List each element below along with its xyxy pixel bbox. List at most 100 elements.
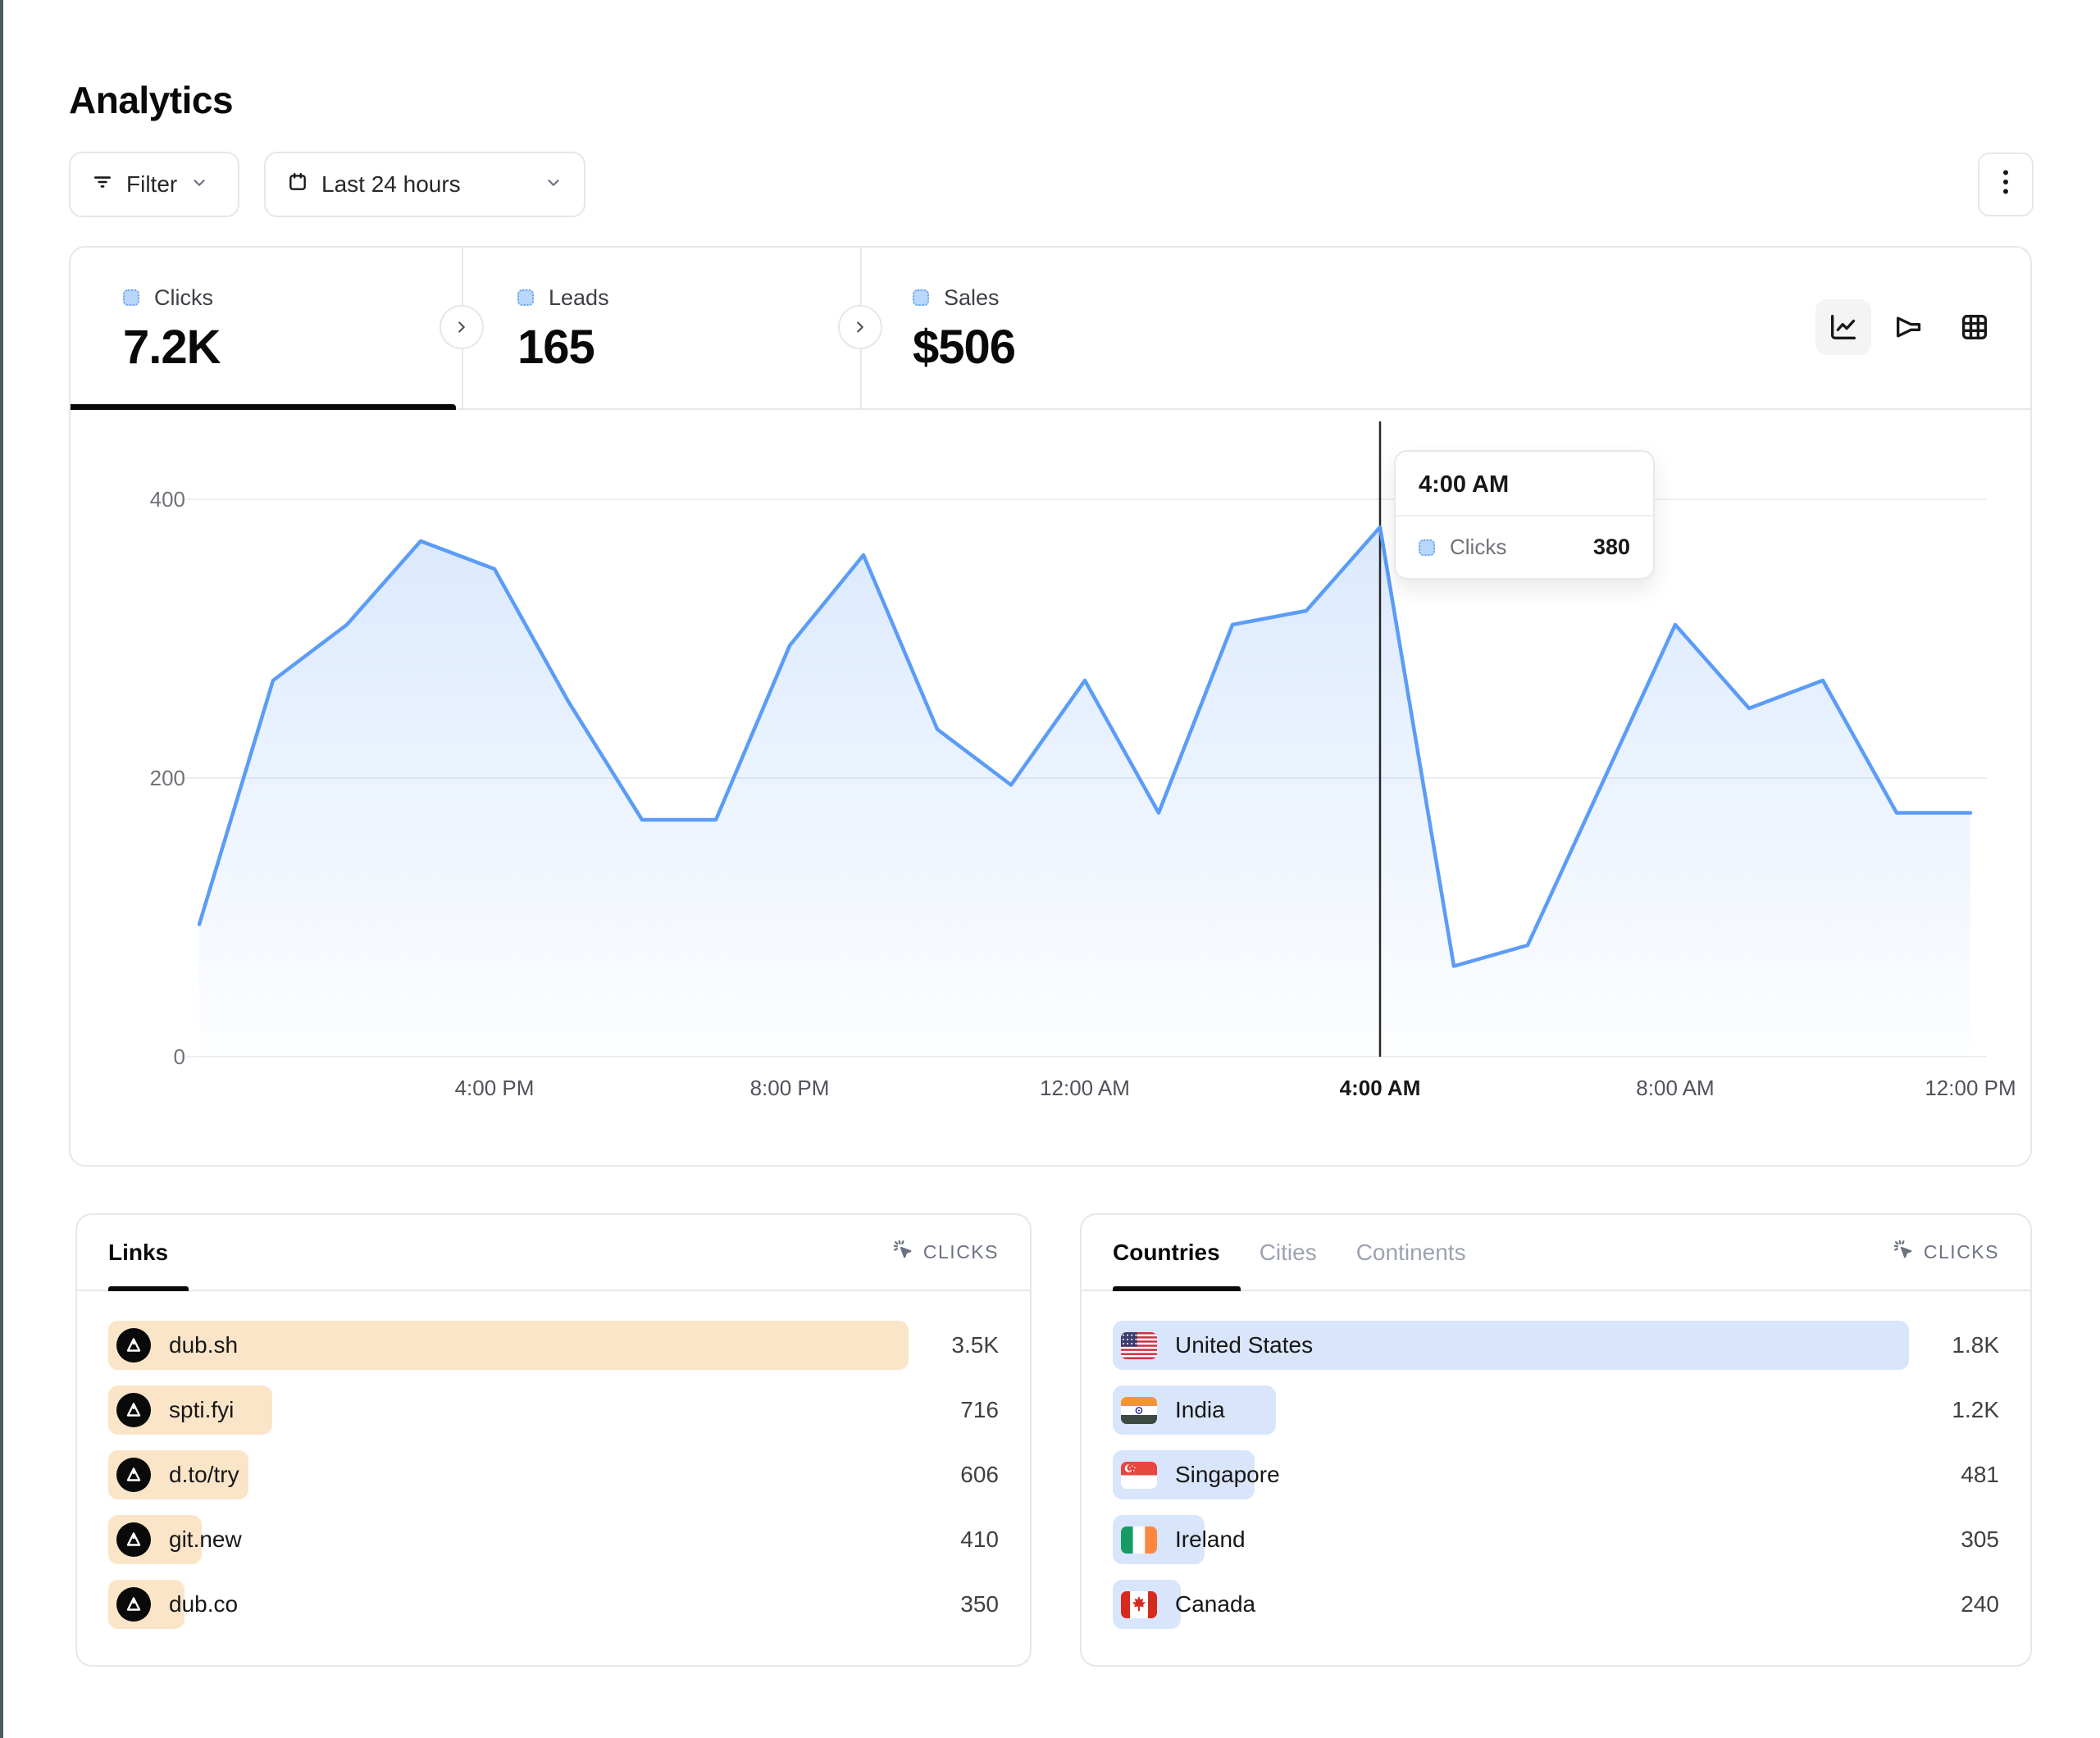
filter-icon: [92, 171, 113, 198]
dub-logo-avatar-icon: [116, 1522, 151, 1557]
stat-value: 7.2K: [123, 324, 462, 371]
y-axis-tick: 200: [150, 766, 185, 790]
funnel-chart-view-button[interactable]: [1881, 299, 1937, 355]
x-axis-tick: 8:00 PM: [750, 1076, 830, 1100]
cursor-click-icon: [1893, 1239, 1916, 1267]
country-row-India[interactable]: India 1.2K: [1113, 1385, 1999, 1435]
table-view-button[interactable]: [1947, 299, 2002, 355]
row-value: 716: [960, 1397, 999, 1423]
row-value: 305: [1961, 1526, 1999, 1553]
y-axis-tick: 0: [174, 1044, 185, 1069]
metric-label: CLICKS: [923, 1241, 999, 1263]
stat-label: Sales: [944, 285, 1000, 311]
kebab-menu-icon: [1995, 170, 2016, 200]
row-label: Singapore: [1175, 1462, 1280, 1488]
chart-type-switcher: [1815, 299, 2002, 355]
page-edge-accent: [0, 0, 3, 1738]
row-label: Ireland: [1175, 1526, 1246, 1553]
country-row-United States[interactable]: United States 1.8K: [1113, 1321, 1999, 1370]
expand-leads-chevron-button[interactable]: [838, 305, 882, 349]
page-title: Analytics: [69, 78, 233, 122]
date-range-button[interactable]: Last 24 hours: [264, 152, 585, 217]
sales-legend-chip-icon: [913, 289, 929, 306]
y-axis-tick: 400: [150, 487, 185, 512]
cursor-click-icon: [892, 1239, 915, 1267]
x-axis-tick: 8:00 AM: [1636, 1076, 1714, 1100]
row-value: 410: [960, 1526, 999, 1553]
leads-legend-chip-icon: [517, 289, 534, 306]
row-value: 1.8K: [1952, 1332, 1999, 1358]
stat-value: $506: [913, 324, 1287, 371]
flag-in-icon: [1121, 1397, 1157, 1424]
x-axis-tick: 4:00 PM: [455, 1076, 535, 1100]
row-value: 1.2K: [1952, 1397, 1999, 1423]
metric-selector[interactable]: CLICKS: [1893, 1239, 1999, 1267]
active-tab-underline: [108, 1286, 189, 1291]
links-panel: Links CLICKS dub.sh 3.5K spti.fyi 716 d.to/t…: [75, 1213, 1032, 1667]
stats-tab-bar: Clicks 7.2K Leads 165 Sales $506: [71, 248, 2030, 410]
x-axis-tick: 4:00 AM: [1340, 1076, 1421, 1100]
tab-leads[interactable]: Leads 165: [462, 248, 860, 408]
row-label: Canada: [1175, 1591, 1255, 1617]
row-label: India: [1175, 1397, 1225, 1423]
row-label: dub.sh: [169, 1332, 238, 1358]
metric-label: CLICKS: [1924, 1241, 1999, 1263]
link-row-spti.fyi[interactable]: spti.fyi 716: [108, 1385, 999, 1435]
tab-countries[interactable]: Countries: [1113, 1240, 1220, 1266]
stat-value: 165: [517, 324, 860, 371]
x-axis-tick: 12:00 AM: [1040, 1076, 1130, 1100]
tab-continents[interactable]: Continents: [1356, 1240, 1466, 1266]
dub-logo-avatar-icon: [116, 1458, 151, 1492]
dub-logo-avatar-icon: [116, 1587, 151, 1622]
row-value: 350: [960, 1591, 999, 1617]
country-row-Ireland[interactable]: Ireland 305: [1113, 1515, 1999, 1564]
tooltip-series-label: Clicks: [1450, 535, 1506, 560]
flag-ca-icon: [1121, 1591, 1157, 1618]
expand-clicks-chevron-button[interactable]: [440, 305, 484, 349]
link-row-dub.co[interactable]: dub.co 350: [108, 1580, 999, 1629]
link-row-d.to/try[interactable]: d.to/try 606: [108, 1450, 999, 1499]
country-row-Singapore[interactable]: Singapore 481: [1113, 1450, 1999, 1499]
row-value: 240: [1961, 1591, 1999, 1617]
date-range-label: Last 24 hours: [321, 171, 461, 198]
row-value: 606: [960, 1462, 999, 1488]
flag-ie-icon: [1121, 1526, 1157, 1554]
row-label: git.new: [169, 1526, 242, 1553]
tab-clicks[interactable]: Clicks 7.2K: [71, 248, 462, 408]
dub-logo-avatar-icon: [116, 1328, 151, 1363]
stat-label: Clicks: [154, 285, 213, 311]
link-row-git.new[interactable]: git.new 410: [108, 1515, 999, 1564]
chevron-down-icon: [190, 171, 208, 198]
filter-button-label: Filter: [126, 171, 177, 198]
country-row-Canada[interactable]: Canada 240: [1113, 1580, 1999, 1629]
tooltip-value: 380: [1593, 535, 1630, 560]
clicks-legend-chip-icon: [123, 289, 139, 306]
flag-sg-icon: [1121, 1462, 1157, 1489]
link-row-dub.sh[interactable]: dub.sh 3.5K: [108, 1321, 999, 1370]
row-label: d.to/try: [169, 1462, 239, 1488]
filter-button[interactable]: Filter: [69, 152, 239, 217]
row-value: 481: [1961, 1462, 1999, 1488]
tab-cities[interactable]: Cities: [1260, 1240, 1317, 1266]
tooltip-series-chip-icon: [1419, 539, 1435, 556]
more-options-button[interactable]: [1978, 152, 2034, 216]
clicks-time-series-chart[interactable]: 0 200 400 4:00 PM 8:00 PM 12:00 AM 4:00 AM 8:00…: [71, 408, 2030, 1167]
row-label: dub.co: [169, 1591, 238, 1617]
dub-logo-avatar-icon: [116, 1393, 151, 1427]
tooltip-time: 4:00 AM: [1396, 452, 1653, 516]
row-label: United States: [1175, 1332, 1313, 1358]
analytics-card: Clicks 7.2K Leads 165 Sales $506: [69, 246, 2032, 1167]
tab-links[interactable]: Links: [108, 1240, 168, 1266]
line-chart-view-button[interactable]: [1815, 299, 1871, 355]
stat-label: Leads: [549, 285, 609, 311]
chevron-down-icon: [544, 171, 563, 198]
countries-panel: Countries Cities Continents CLICKS Unite…: [1080, 1213, 2032, 1667]
calendar-icon: [287, 171, 308, 198]
row-label: spti.fyi: [169, 1397, 234, 1423]
row-value: 3.5K: [951, 1332, 999, 1358]
tab-sales[interactable]: Sales $506: [860, 248, 1287, 408]
flag-us-icon: [1121, 1332, 1157, 1359]
chart-tooltip: 4:00 AM Clicks 380: [1394, 450, 1655, 580]
active-tab-underline: [1113, 1286, 1241, 1291]
metric-selector[interactable]: CLICKS: [892, 1239, 999, 1267]
